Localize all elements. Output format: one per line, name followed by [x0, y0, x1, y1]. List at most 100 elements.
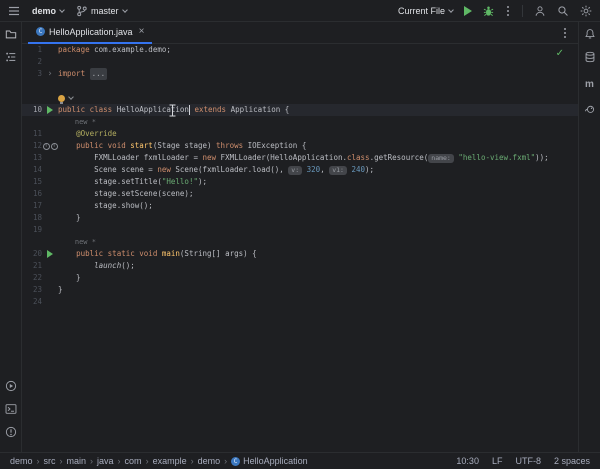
code-token: Scene scene =	[58, 165, 158, 174]
breadcrumb-item[interactable]: example	[153, 456, 187, 466]
code-line: FXMLLoader fxmlLoader = new FXMLLoader(H…	[58, 152, 549, 164]
breadcrumb-item[interactable]: C HelloApplication	[231, 456, 308, 466]
editor[interactable]: 1 package com.example.demo; 2 3 › import ... 1…	[22, 44, 578, 452]
line-number: 19	[32, 225, 42, 234]
run-button[interactable]	[464, 5, 472, 16]
code-row[interactable]: new *	[22, 236, 578, 248]
breadcrumb-item[interactable]: src	[44, 456, 56, 466]
settings-button[interactable]	[580, 5, 592, 17]
code-line: }	[58, 284, 63, 296]
code-row[interactable]: 23}	[22, 284, 578, 296]
search-everywhere-button[interactable]	[557, 5, 569, 17]
code-token: v:	[288, 165, 303, 175]
code-row[interactable]: 18 }	[22, 212, 578, 224]
code-token: stage.show();	[58, 201, 153, 210]
bell-icon	[584, 29, 595, 39]
breadcrumb-item[interactable]: demo	[10, 456, 33, 466]
intention-bulb-icon[interactable]	[58, 94, 65, 104]
code-token: IOException {	[243, 141, 307, 150]
breadcrumb-item[interactable]: demo	[198, 456, 221, 466]
fold-arrow-icon[interactable]: ›	[47, 69, 52, 79]
code-token: new	[157, 165, 171, 174]
code-token: ...	[89, 68, 108, 80]
code-token: FXMLLoader(HelloApplication.	[216, 153, 347, 162]
code-line: stage.show();	[58, 200, 153, 212]
close-tab-icon[interactable]: ×	[139, 26, 145, 37]
vcs-branch-selector[interactable]: master	[76, 5, 128, 17]
encoding-widget[interactable]: UTF-8	[515, 456, 541, 466]
editor-tab-active[interactable]: C HelloApplication.java ×	[28, 22, 153, 44]
git-branch-icon	[77, 5, 87, 16]
code-row[interactable]: 20 public static void main (String[] args…	[22, 248, 578, 260]
database-tool-button[interactable]	[584, 51, 596, 63]
breadcrumb-separator: ›	[36, 456, 40, 466]
run-configuration-label: Current File	[397, 5, 445, 16]
code-row[interactable]: new *	[22, 116, 578, 128]
caret-position-widget[interactable]: 10:30	[456, 456, 479, 466]
gradle-icon	[584, 105, 594, 113]
code-row[interactable]	[22, 80, 578, 92]
breadcrumb-item[interactable]: java	[97, 456, 114, 466]
project-name: demo	[32, 5, 57, 16]
code-row[interactable]: 16 stage.setScene(scene);	[22, 188, 578, 200]
terminal-tool-button[interactable]	[5, 403, 17, 415]
inspections-ok-icon[interactable]: ✓	[556, 48, 564, 59]
line-number: 11	[32, 129, 42, 138]
chevron-down-icon[interactable]	[68, 94, 74, 100]
debug-button[interactable]	[483, 5, 494, 17]
code-row[interactable]	[22, 92, 578, 104]
code-token: }	[58, 273, 81, 282]
code-row[interactable]: 2	[22, 56, 578, 68]
notifications-button[interactable]	[584, 28, 596, 40]
code-line: stage.setTitle("Hello!");	[58, 176, 207, 188]
code-row[interactable]: 22 }	[22, 272, 578, 284]
run-gutter-icon[interactable]	[47, 106, 53, 114]
code-row[interactable]: 15 stage.setTitle("Hello!");	[22, 176, 578, 188]
code-token: throws	[216, 141, 244, 150]
main-menu-button[interactable]	[8, 6, 20, 16]
line-separator-widget[interactable]: LF	[492, 456, 503, 466]
code-row[interactable]: 14 Scene scene = new Scene(fxmlLoader.lo…	[22, 164, 578, 176]
code-token: );	[197, 177, 208, 186]
code-token: stage.setScene(scene);	[58, 189, 194, 198]
project-selector[interactable]: demo	[32, 5, 65, 16]
profile-button[interactable]	[534, 5, 546, 17]
indent-widget[interactable]: 2 spaces	[554, 456, 590, 466]
run-tool-button[interactable]	[5, 380, 17, 392]
breadcrumb-item[interactable]: com	[125, 456, 142, 466]
gradle-tool-button[interactable]	[584, 103, 596, 115]
breadcrumb-separator: ›	[59, 456, 63, 466]
code-row[interactable]: 21 launch ();	[22, 260, 578, 272]
code-row[interactable]: 12 ↑ ↑ public void start (Stage stage) thro…	[22, 140, 578, 152]
project-tool-button[interactable]	[5, 28, 17, 40]
code-row[interactable]: 17 stage.show();	[22, 200, 578, 212]
run-configuration-selector[interactable]: Current File	[397, 5, 454, 16]
problems-icon	[5, 426, 16, 438]
maven-tool-button[interactable]: m	[585, 74, 594, 92]
code-row[interactable]: 11 @Override	[22, 128, 578, 140]
code-row[interactable]: 10 public class HelloApplication extends …	[22, 104, 578, 116]
run-tool-icon	[5, 380, 16, 392]
tab-options-button[interactable]	[562, 31, 578, 34]
code-row[interactable]: 1 package com.example.demo;	[22, 44, 578, 56]
code-token: ();	[121, 261, 135, 270]
run-gutter-icon[interactable]	[47, 250, 53, 258]
maven-icon: m	[585, 79, 594, 90]
gear-icon	[580, 5, 592, 16]
mouse-ibeam-cursor	[168, 104, 177, 117]
code-token: (String[] args) {	[179, 249, 257, 258]
breadcrumb-item[interactable]: main	[67, 456, 87, 466]
code-row[interactable]: 3 › import ...	[22, 68, 578, 80]
code-row[interactable]: 19	[22, 224, 578, 236]
problems-tool-button[interactable]	[5, 426, 17, 438]
code-row[interactable]: 24	[22, 296, 578, 308]
more-actions-button[interactable]	[505, 9, 511, 12]
structure-tool-button[interactable]	[5, 51, 17, 63]
override-method-icon[interactable]: ↑	[50, 142, 58, 150]
override-method-icon[interactable]: ↑	[42, 142, 50, 150]
line-number: 24	[32, 297, 42, 306]
code-row[interactable]: 13 FXMLLoader fxmlLoader = new FXMLLoade…	[22, 152, 578, 164]
line-number: 20	[32, 249, 42, 258]
